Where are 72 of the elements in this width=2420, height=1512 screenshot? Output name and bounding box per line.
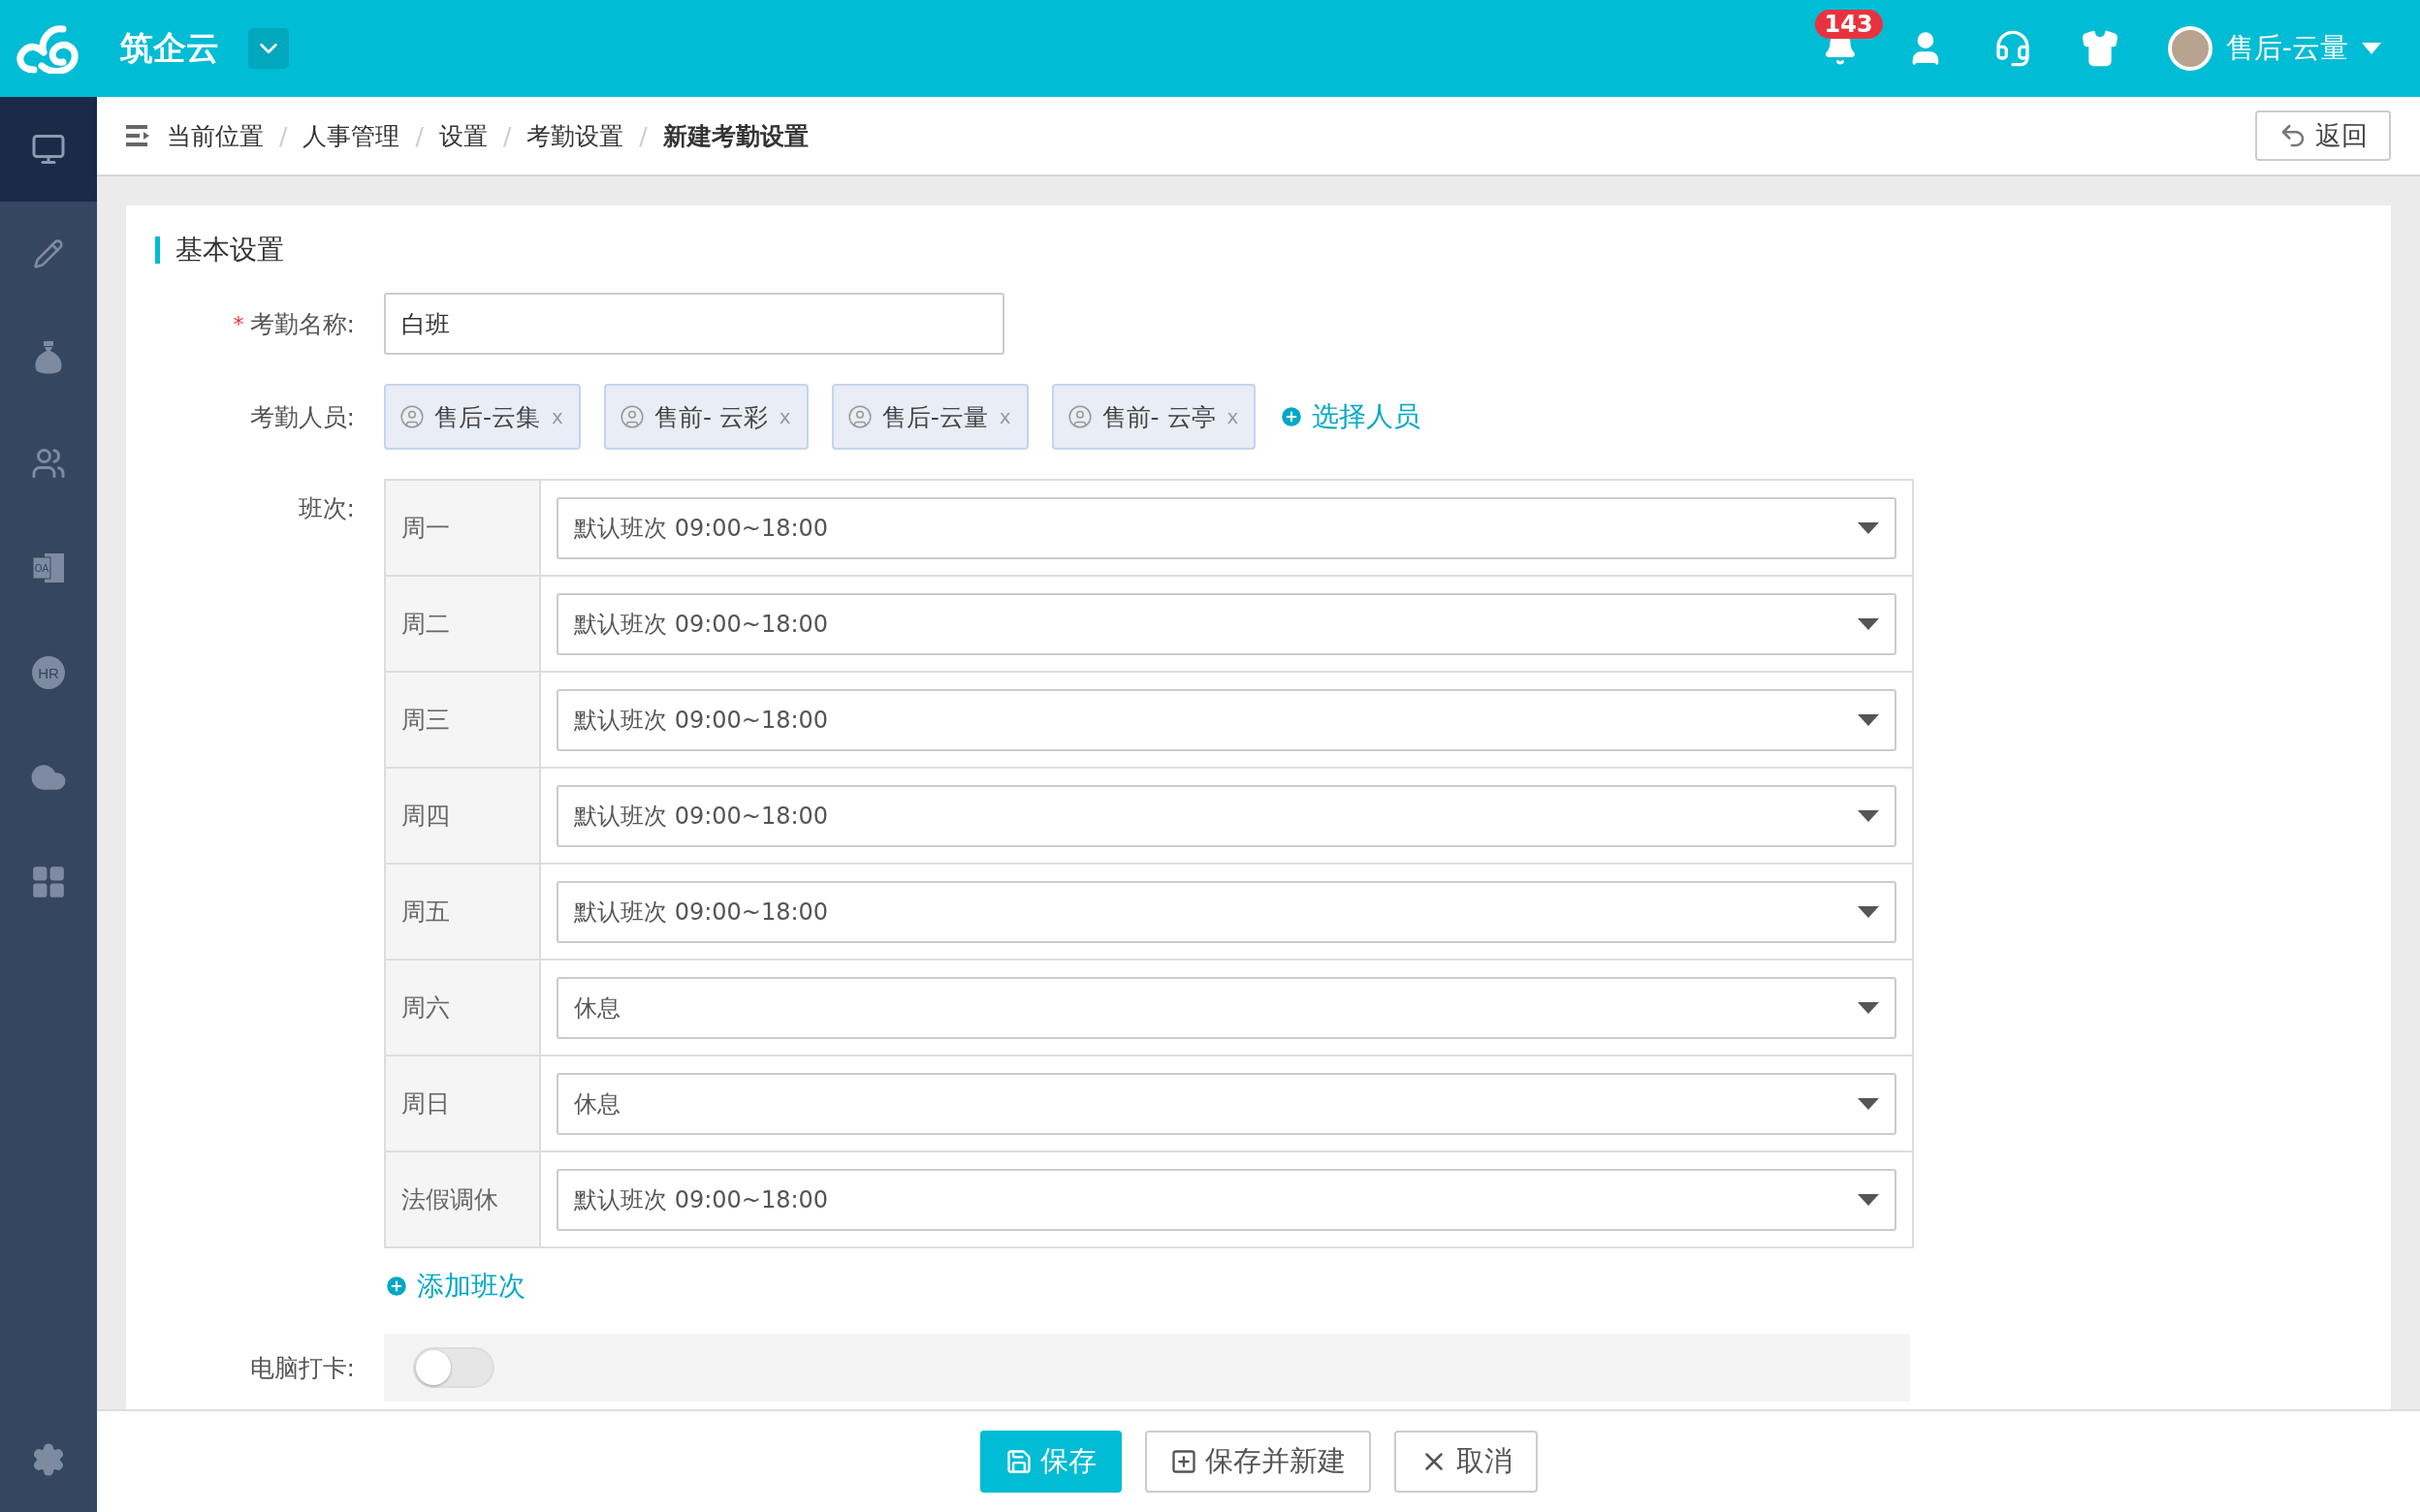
breadcrumb-separator: /: [415, 121, 424, 150]
caret-icon: [1858, 905, 1879, 918]
users-icon: [31, 446, 66, 481]
settings-icon: [31, 1442, 66, 1477]
sidebar-item[interactable]: [0, 97, 97, 202]
money-bag-icon: [34, 341, 63, 376]
breadcrumb-link[interactable]: 设置: [438, 119, 488, 152]
required-mark: *: [233, 311, 244, 336]
save-icon: [1004, 1448, 1033, 1475]
day-cell: 周三: [386, 673, 541, 767]
person-name: 售后-云量: [881, 401, 988, 433]
caret-icon: [1858, 617, 1879, 630]
hr-icon: HR: [31, 655, 66, 690]
grid-icon: [30, 864, 67, 900]
app-title: 筑企云: [120, 27, 219, 69]
day-cell: 周四: [386, 769, 541, 863]
caret-icon: [1858, 713, 1879, 726]
day-cell: 周五: [386, 865, 541, 959]
section-title: 基本设置: [175, 233, 284, 268]
monitor-icon: [31, 132, 66, 167]
dropdown-button[interactable]: [248, 28, 289, 69]
shift-select[interactable]: 默认班次 09:00~18:00: [557, 496, 1896, 559]
day-cell: 周六: [386, 961, 541, 1055]
toggle-switch[interactable]: [413, 1347, 494, 1388]
breadcrumb-separator: /: [279, 121, 288, 150]
person-name: 售前- 云亭: [1101, 401, 1216, 433]
shift-select[interactable]: 默认班次 09:00~18:00: [557, 1168, 1896, 1231]
name-input-field[interactable]: 白班: [384, 293, 1004, 355]
person-icon: [1067, 404, 1093, 429]
notification-badge: 143: [1814, 10, 1883, 39]
avatar: [2167, 26, 2213, 71]
shift-select[interactable]: 默认班次 09:00~18:00: [557, 688, 1896, 751]
shift-select[interactable]: 默认班次 09:00~18:00: [557, 880, 1896, 943]
caret-icon: [1858, 1097, 1879, 1110]
section-marker: [155, 236, 160, 264]
caret-icon: [2362, 43, 2381, 54]
plus-square-icon: [1169, 1448, 1197, 1475]
field-label: 考勤名称:: [249, 308, 355, 340]
shift-select[interactable]: 休息: [557, 976, 1896, 1039]
breadcrumb-separator: /: [502, 121, 512, 150]
shift-select[interactable]: 默认班次 09:00~18:00: [557, 592, 1896, 655]
back-button[interactable]: 返回: [2255, 110, 2391, 161]
person-icon: [846, 404, 873, 429]
day-cell: 周二: [386, 577, 541, 671]
field-label: 考勤人员:: [249, 401, 355, 433]
pencil-icon: [33, 238, 64, 269]
person-name: 售前- 云彩: [653, 401, 768, 433]
shift-select[interactable]: 默认班次 09:00~18:00: [557, 784, 1896, 847]
field-label: 班次:: [298, 493, 355, 524]
caret-icon: [1858, 1001, 1879, 1014]
person-icon: [619, 404, 645, 429]
day-cell: 法假调休: [386, 1152, 541, 1246]
field-label: 电脑打卡:: [249, 1352, 355, 1384]
day-cell: 周一: [386, 481, 541, 575]
shift-select[interactable]: 休息: [557, 1072, 1896, 1135]
breadcrumb-separator: /: [639, 121, 648, 150]
plus-circle-icon: [384, 1274, 409, 1299]
breadcrumb-link[interactable]: 考勤设置: [526, 119, 624, 152]
caret-icon: [1858, 809, 1879, 822]
day-cell: 周日: [386, 1056, 541, 1150]
skin-button[interactable]: [2080, 29, 2119, 68]
breadcrumb-label: 当前位置: [167, 120, 264, 152]
breadcrumb-link[interactable]: 人事管理: [302, 119, 400, 152]
breadcrumb-current: 新建考勤设置: [662, 120, 809, 152]
menu-icon: [126, 125, 151, 146]
caret-icon: [1858, 521, 1879, 534]
person-icon: [399, 404, 425, 429]
caret-icon: [1858, 1193, 1879, 1206]
save-and-new-button[interactable]: 保存并新建: [1144, 1431, 1371, 1493]
person-name: 售后-云集: [434, 401, 541, 433]
cancel-button[interactable]: 取消: [1393, 1431, 1538, 1493]
shirt-icon: [2080, 29, 2119, 68]
